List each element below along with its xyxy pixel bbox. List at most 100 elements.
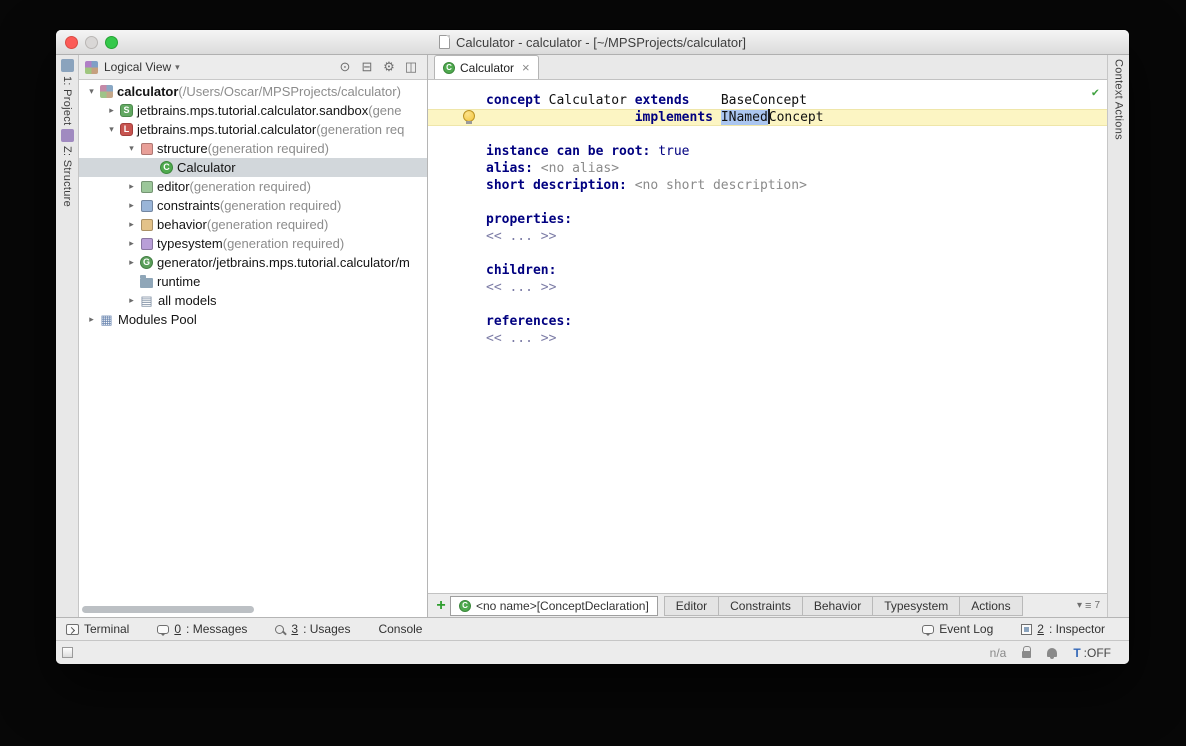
intention-bulb-icon[interactable] — [463, 110, 475, 125]
tree-item-calculator[interactable]: C Calculator — [79, 158, 427, 177]
view-selector-caret-icon[interactable]: ▾ — [175, 62, 180, 73]
tree-item-label: all models — [158, 293, 217, 308]
tree-collapsed-arrow-icon[interactable]: ▸ — [104, 101, 119, 120]
code-line[interactable]: << ... >> — [428, 279, 1107, 296]
typesystem-toggle[interactable]: T :OFF — [1073, 646, 1111, 660]
code-line[interactable] — [428, 126, 1107, 143]
editor-area: C Calculator × ✔ concept Calculator exte… — [428, 55, 1107, 617]
tree-item-generator-jetbrains-mps-tutorial-calculator-m[interactable]: ▸ Ggenerator/jetbrains.mps.tutorial.calcu… — [79, 253, 427, 272]
tree-item-label: editor — [157, 179, 190, 194]
tool-button-context-actions[interactable]: Context Actions — [1113, 59, 1125, 140]
tree-expanded-arrow-icon[interactable]: ▾ — [124, 139, 139, 158]
close-window-button[interactable] — [65, 36, 78, 49]
tree-collapsed-arrow-icon[interactable]: ▸ — [124, 291, 139, 310]
project-icon — [100, 85, 113, 98]
code-line[interactable]: alias: <no alias> — [428, 160, 1107, 177]
tool-button-project[interactable]: 1: Project — [60, 59, 74, 125]
window-title-text: Calculator - calculator - [~/MPSProjects… — [455, 34, 747, 50]
tree-expanded-arrow-icon[interactable]: ▾ — [104, 120, 119, 139]
view-selector[interactable]: Logical View — [104, 60, 171, 74]
code-line[interactable] — [428, 194, 1107, 211]
tool-button-structure[interactable]: Z: Structure — [60, 129, 74, 208]
hide-panel-icon[interactable]: ◫ — [401, 59, 421, 75]
code-line[interactable]: implements INamedConcept — [428, 109, 1107, 126]
tree-item-typesystem[interactable]: ▸ typesystem (generation required) — [79, 234, 427, 253]
notifications-icon[interactable] — [1047, 648, 1058, 659]
tree-expanded-arrow-icon[interactable]: ▾ — [84, 82, 99, 101]
toolwindow-button-messages[interactable]: 0: Messages — [157, 622, 247, 636]
code-line[interactable]: instance can be root: true — [428, 143, 1107, 160]
selected-text: INamed — [720, 110, 768, 125]
project-tree: ▾ calculator (/Users/Oscar/MPSProjects/ca… — [79, 80, 427, 617]
editor-tab-calculator[interactable]: C Calculator × — [434, 55, 539, 79]
structure-tool-icon — [60, 129, 74, 143]
tree-item-label: Modules Pool — [118, 312, 197, 327]
inspector-icon — [1021, 623, 1033, 635]
toggle-state: :OFF — [1083, 645, 1111, 660]
tree-item-jetbrains-mps-tutorial-calculator-sandbox[interactable]: ▸ Sjetbrains.mps.tutorial.calculator.sand… — [79, 101, 427, 120]
code-line[interactable] — [428, 245, 1107, 262]
terminal-icon — [66, 623, 79, 635]
toolwindow-button-usages[interactable]: 3: Usages — [275, 622, 350, 636]
code-line[interactable]: children: — [428, 262, 1107, 279]
aspect-tab-actions[interactable]: Actions — [960, 595, 1023, 616]
toolwindow-button-inspector[interactable]: 2: Inspector — [1021, 622, 1105, 636]
toolwindow-button-event-log[interactable]: Event Log — [922, 622, 993, 636]
tabs-count: 7 — [1094, 600, 1100, 611]
code-line[interactable]: references: — [428, 313, 1107, 330]
tree-item-modules-pool[interactable]: ▸ Modules Pool — [79, 310, 427, 329]
tree-item-constraints[interactable]: ▸ constraints (generation required) — [79, 196, 427, 215]
tree-item-label: jetbrains.mps.tutorial.calculator — [137, 121, 317, 137]
add-concept-button[interactable]: + — [432, 597, 450, 615]
aspect-structure-icon — [141, 142, 153, 155]
tree-item-behavior[interactable]: ▸ behavior (generation required) — [79, 215, 427, 234]
code-line[interactable]: << ... >> — [428, 228, 1107, 245]
code-line[interactable]: concept Calculator extends BaseConcept — [428, 92, 1107, 109]
settings-icon[interactable]: ⚙ — [379, 59, 399, 75]
tree-item-label: typesystem — [157, 236, 223, 251]
statusbar-right: n/a T :OFF — [990, 646, 1111, 660]
titlebar: Calculator - calculator - [~/MPSProjects… — [56, 30, 1129, 55]
editor-tab-label: Calculator — [460, 60, 515, 75]
tree-item-calculator[interactable]: ▾ calculator (/Users/Oscar/MPSProjects/ca… — [79, 82, 427, 101]
tree-collapsed-arrow-icon[interactable]: ▸ — [124, 253, 139, 272]
status-bar: n/a T :OFF — [56, 640, 1129, 664]
zoom-window-button[interactable] — [105, 36, 118, 49]
close-tab-icon[interactable]: × — [522, 60, 530, 75]
code-line[interactable] — [428, 296, 1107, 313]
aspect-tab-editor[interactable]: Editor — [663, 595, 720, 616]
lock-icon[interactable] — [1022, 646, 1032, 658]
collapse-all-icon[interactable]: ⊟ — [357, 59, 377, 75]
tree-item-label: generator/jetbrains.mps.tutorial.calcula… — [157, 255, 410, 270]
position-indicator: n/a — [989, 645, 1007, 660]
aspect-tab-constraints[interactable]: Constraints — [719, 595, 803, 616]
locate-icon[interactable]: ⊙ — [335, 59, 355, 75]
toolwindow-button-console[interactable]: Console — [378, 622, 422, 636]
tree-collapsed-arrow-icon[interactable]: ▸ — [124, 215, 139, 234]
tree-collapsed-arrow-icon[interactable]: ▸ — [124, 177, 139, 196]
aspect-tab-behavior[interactable]: Behavior — [802, 595, 874, 616]
tree-collapsed-arrow-icon[interactable]: ▸ — [84, 310, 99, 329]
tree-item-runtime[interactable]: runtime — [79, 272, 427, 291]
code-line[interactable]: short description: <no short description… — [428, 177, 1107, 194]
tree-collapsed-arrow-icon[interactable]: ▸ — [124, 196, 139, 215]
tree-item-structure[interactable]: ▾ structure (generation required) — [79, 139, 427, 158]
tree-item-label: runtime — [157, 274, 201, 289]
minimize-window-button[interactable] — [85, 36, 98, 49]
aspect-tab-typesystem[interactable]: Typesystem — [873, 595, 961, 616]
code-line[interactable]: << ... >> — [428, 330, 1107, 347]
editor-tabs-menu[interactable]: ▾ ≡ 7 — [1077, 600, 1100, 612]
tree-horizontal-scrollbar[interactable] — [82, 606, 254, 613]
toolwindow-button-terminal[interactable]: Terminal — [66, 622, 129, 636]
balloon-icon — [922, 624, 935, 636]
right-tool-strip: Context Actions — [1107, 55, 1129, 617]
tree-item-jetbrains-mps-tutorial-calculator[interactable]: ▾ Ljetbrains.mps.tutorial.calculator (gen… — [79, 120, 427, 139]
code-line[interactable]: properties: — [428, 211, 1107, 228]
tree-item-all-models[interactable]: ▸ all models — [79, 291, 427, 310]
tree-item-editor[interactable]: ▸ editor (generation required) — [79, 177, 427, 196]
tree-item-label: calculator — [117, 83, 179, 99]
tree-collapsed-arrow-icon[interactable]: ▸ — [124, 234, 139, 253]
node-tab-concept-declaration[interactable]: C <no name>[ConceptDeclaration] — [450, 595, 658, 616]
window-controls — [65, 36, 118, 49]
code-editor[interactable]: ✔ concept Calculator extends BaseConcept… — [428, 80, 1107, 593]
